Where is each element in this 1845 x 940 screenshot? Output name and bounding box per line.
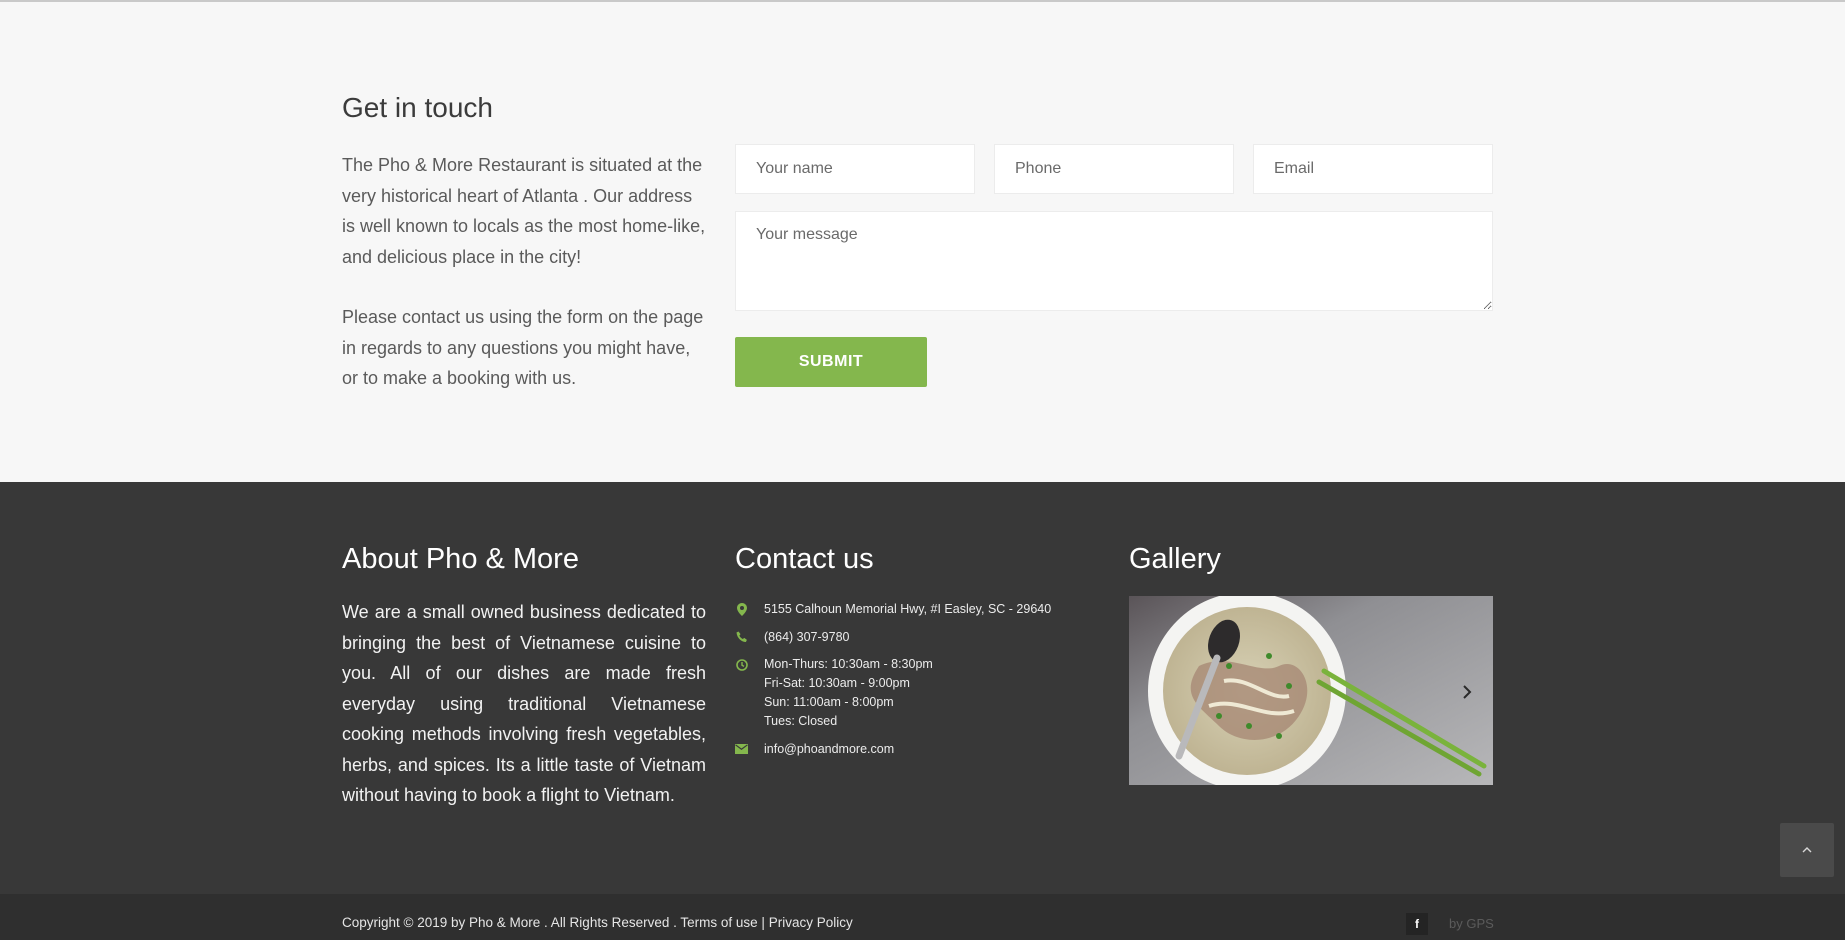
pho-bowl-image — [1129, 596, 1493, 785]
phone-text: (864) 307-9780 — [764, 629, 850, 644]
contact-paragraph-1: The Pho & More Restaurant is situated at… — [342, 155, 706, 267]
address-text: 5155 Calhoun Memorial Hwy, #I Easley, SC… — [764, 602, 1052, 616]
facebook-icon[interactable]: f — [1406, 913, 1428, 935]
chevron-right-icon[interactable] — [1457, 682, 1477, 702]
address-item: 5155 Calhoun Memorial Hwy, #I Easley, SC… — [735, 600, 1095, 619]
about-title: About Pho & More — [342, 543, 579, 575]
hours-line-3: Sun: 11:00am - 8:00pm — [764, 695, 894, 709]
email-link[interactable]: info@phoandmore.com — [764, 740, 1095, 759]
map-marker-icon — [735, 603, 748, 616]
email-item: info@phoandmore.com — [735, 740, 1095, 759]
name-input[interactable] — [735, 144, 975, 194]
contact-heading: Get in touch — [342, 92, 493, 123]
message-textarea[interactable] — [735, 211, 1493, 311]
phone-item: (864) 307-9780 — [735, 628, 1095, 647]
phone-input[interactable] — [994, 144, 1234, 194]
credit-text: by GPS — [1449, 916, 1494, 931]
copyright: Copyright © 2019 by Pho & More . All Rig… — [342, 915, 853, 930]
phone-icon — [735, 631, 748, 644]
hours-line-1: Mon-Thurs: 10:30am - 8:30pm — [764, 657, 933, 671]
hours-line-2: Fri-Sat: 10:30am - 9:00pm — [764, 676, 910, 690]
gallery-slider[interactable] — [1129, 596, 1493, 785]
bottom-bar — [0, 894, 1845, 940]
gallery-title: Gallery — [1129, 543, 1221, 575]
hours-item: Mon-Thurs: 10:30am - 8:30pm Fri-Sat: 10:… — [735, 655, 1095, 731]
email-input[interactable] — [1253, 144, 1493, 194]
contact-info-list: 5155 Calhoun Memorial Hwy, #I Easley, SC… — [735, 600, 1095, 767]
submit-button[interactable]: SUBMIT — [735, 337, 927, 387]
copyright-text: Copyright © 2019 by Pho & More . All Rig… — [342, 915, 677, 930]
footer-separator: | — [761, 915, 765, 930]
hours-line-4: Tues: Closed — [764, 714, 838, 728]
clock-icon — [735, 658, 748, 671]
terms-link[interactable]: Terms of use — [680, 915, 757, 930]
envelope-icon — [735, 743, 748, 756]
contact-us-title: Contact us — [735, 543, 874, 575]
privacy-link[interactable]: Privacy Policy — [769, 915, 853, 930]
contact-description: The Pho & More Restaurant is situated at… — [342, 150, 707, 394]
chevron-up-icon — [1802, 847, 1812, 853]
contact-paragraph-2: Please contact us using the form on the … — [342, 307, 704, 388]
about-text: We are a small owned business dedicated … — [342, 602, 706, 805]
scroll-to-top-button[interactable] — [1780, 823, 1834, 877]
